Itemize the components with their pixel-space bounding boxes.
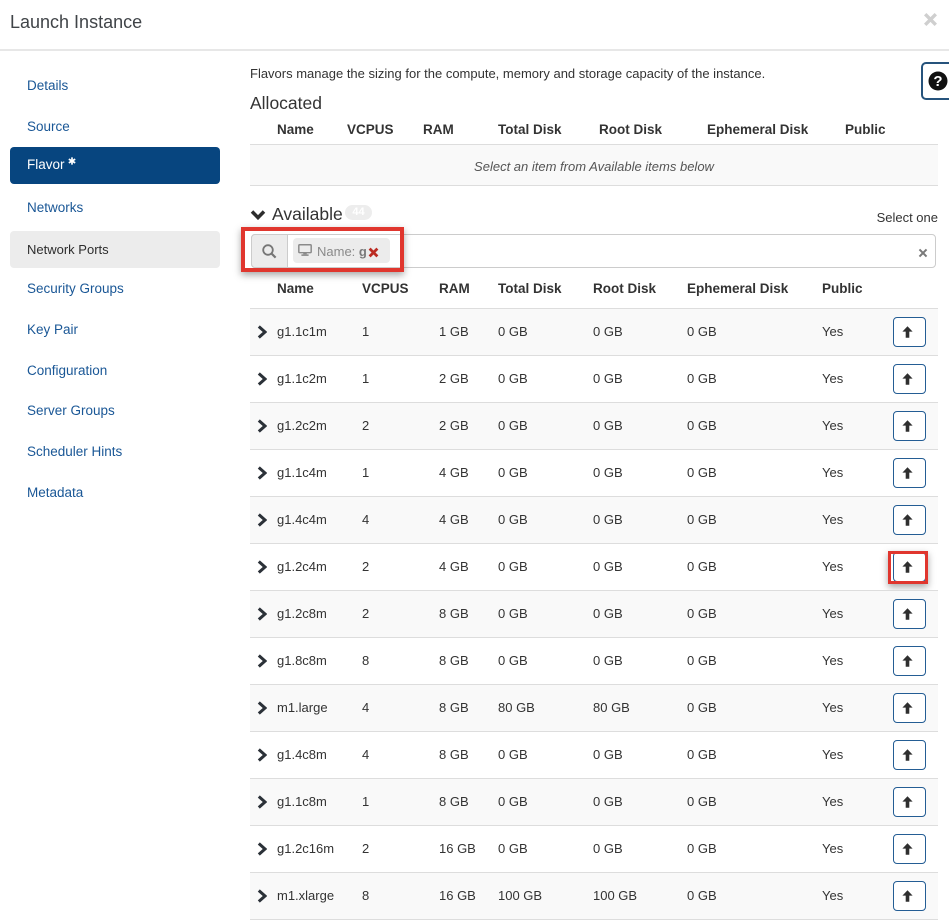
svg-text:?: ? — [933, 73, 942, 90]
